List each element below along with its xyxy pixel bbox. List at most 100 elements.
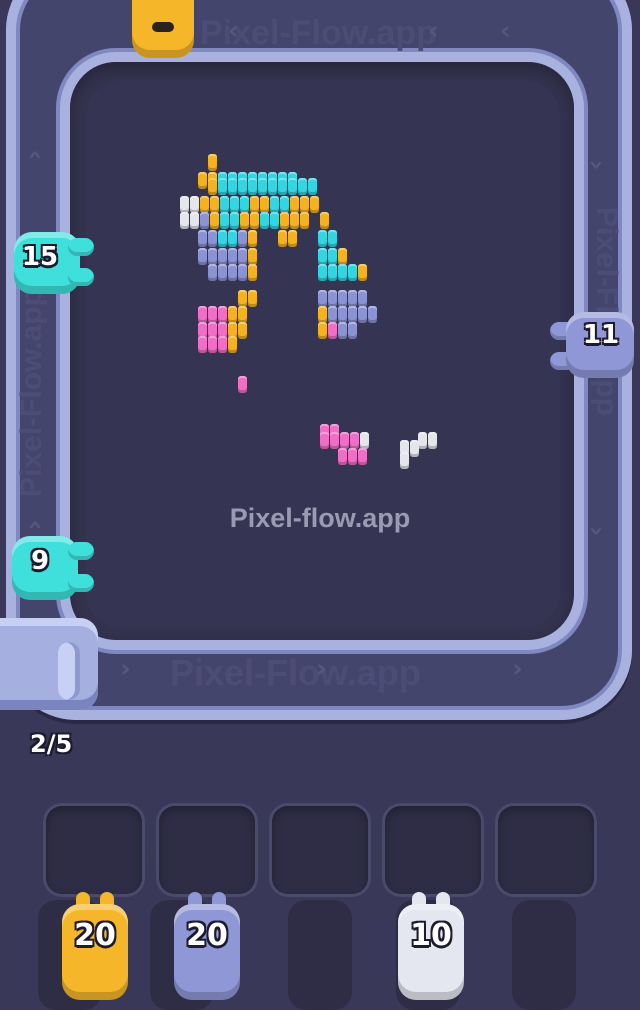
pixel-block [358,290,367,307]
holding-slot[interactable] [159,806,255,894]
pixel-block [310,196,319,213]
pixel-block [340,432,349,449]
pixel-block [348,264,357,281]
queue-lane [512,900,576,1010]
pixel-block [198,172,207,189]
pixel-block [260,196,269,213]
pixel-block [270,212,279,229]
pixel-block [230,212,239,229]
pixel-block [328,264,337,281]
pixel-block [328,248,337,265]
pixel-block [240,196,249,213]
pixel-block [228,264,237,281]
pixel-block [208,336,217,353]
pixel-block [228,178,237,195]
pixel-block [238,264,247,281]
pixel-block [218,248,227,265]
pixel-block [250,196,259,213]
holding-slot[interactable] [498,806,594,894]
pixel-block [290,212,299,229]
pixel-block [348,322,357,339]
track-shooter[interactable]: 14 [132,0,194,64]
track-shooter[interactable]: 11 [550,312,636,378]
pixel-block [208,306,217,323]
launcher-counter: 2/5 [30,730,73,758]
pixel-block [210,196,219,213]
pixel-block [368,306,377,323]
pixel-block [238,230,247,247]
pixel-block [328,306,337,323]
pixel-block [228,306,237,323]
holding-slot[interactable] [46,806,142,894]
holding-slot[interactable] [385,806,481,894]
face-icon [152,22,174,32]
watermark-slots: Pixel-Flow.app [96,823,431,876]
pixel-block [328,230,337,247]
pixel-block [288,230,297,247]
queue-lane [288,900,352,1010]
pixel-block [228,230,237,247]
pixel-block [258,178,267,195]
pixel-block [320,212,329,229]
pixel-block [290,196,299,213]
pixel-block [300,212,309,229]
pixel-block [270,196,279,213]
pixel-block [198,230,207,247]
pixel-block [350,432,359,449]
pixel-block [358,264,367,281]
pixel-block [318,322,327,339]
pixel-block [338,306,347,323]
pixel-block [208,154,217,171]
queue-shooter[interactable]: 20 [174,892,240,1000]
pixel-block [318,306,327,323]
pixel-block [248,178,257,195]
watermark-center: Pixel-flow.app [229,503,411,533]
track-shooter[interactable]: 9 [6,536,94,600]
pixel-block [218,178,227,195]
pixel-block [400,452,409,469]
pixel-block [278,178,287,195]
pixel-block [220,196,229,213]
pixel-block [190,196,199,213]
pixel-block [200,196,209,213]
pixel-block [230,196,239,213]
pixel-block [210,212,219,229]
pixel-block [238,376,247,393]
pixel-block [268,178,277,195]
pixel-block [318,290,327,307]
holding-slot[interactable] [272,806,368,894]
pixel-block [208,230,217,247]
queue-shooter[interactable]: 20 [62,892,128,1000]
pixel-block [218,264,227,281]
pixel-block [328,290,337,307]
pixel-block [190,212,199,229]
chevron-right-icon: › [120,654,131,684]
pixel-block [348,290,357,307]
pixel-block [250,212,259,229]
chevron-left-icon: ‹ [500,16,511,46]
pixel-block [208,264,217,281]
pixel-block [318,230,327,247]
pixel-block [338,322,347,339]
pixel-block [228,248,237,265]
pixel-block [238,306,247,323]
pixel-block [338,248,347,265]
pixel-block [240,212,249,229]
pixel-block [180,212,189,229]
queue-shooter[interactable]: 10 [398,892,464,1000]
pixel-block [280,212,289,229]
pixel-block [308,178,317,195]
pixel-block [278,230,287,247]
game-stage: Pixel-Flow.app Pixel-Flow.app Pixel-Flow… [0,0,640,1010]
watermark-bottom: Pixel-Flow.app [170,652,421,693]
pixel-block [428,432,437,449]
pixel-block [208,178,217,195]
pixel-block [198,306,207,323]
pixel-block [280,196,289,213]
pixel-block [218,230,227,247]
pixel-board [86,80,560,628]
launcher-barrel [58,642,80,700]
pixel-block [298,178,307,195]
pixel-block [318,264,327,281]
track-shooter[interactable]: 15 [6,232,94,294]
